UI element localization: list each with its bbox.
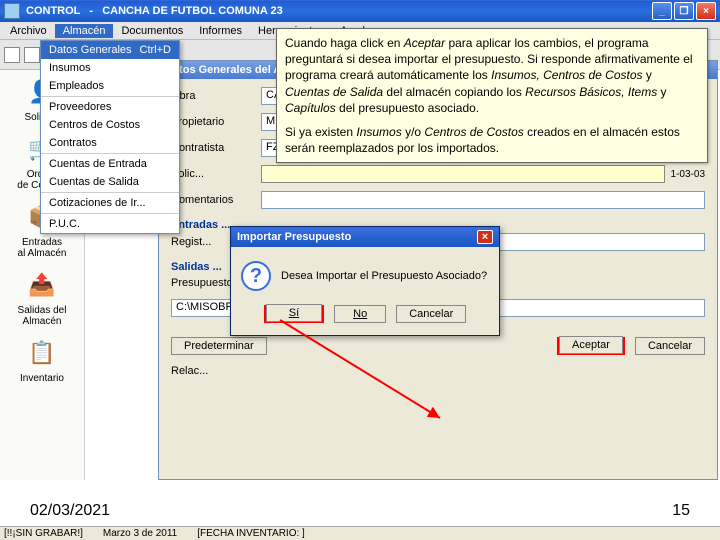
dialog-title-text: Importar Presupuesto <box>237 231 351 243</box>
minimize-button[interactable]: _ <box>652 2 672 20</box>
contratista-label: Contratista <box>171 142 261 154</box>
menu-item-cuentas-salida[interactable]: Cuentas de Salida <box>41 173 179 191</box>
solic-field[interactable] <box>261 165 665 183</box>
close-button[interactable]: × <box>696 2 716 20</box>
menu-item-cotizaciones[interactable]: Cotizaciones de Ir... <box>41 194 179 212</box>
toolbar-icon-1[interactable] <box>4 47 20 63</box>
footer-page: 15 <box>672 502 690 520</box>
window-title: CONTROL - CANCHA DE FUTBOL COMUNA 23 <box>24 5 650 17</box>
menu-item-puc[interactable]: P.U.C. <box>41 215 179 233</box>
footer-date: 02/03/2021 <box>30 502 110 520</box>
predeterminar-button[interactable]: Predeterminar <box>171 337 267 355</box>
question-icon: ? <box>241 261 271 291</box>
status-inventario: [FECHA INVENTARIO: ] <box>197 528 305 539</box>
dialog-titlebar: Importar Presupuesto × <box>231 227 499 247</box>
dialog-message: Desea Importar el Presupuesto Asociado? <box>281 270 487 282</box>
solic-label: Solic... <box>171 168 261 180</box>
comentarios-input[interactable] <box>261 191 705 209</box>
box-out-icon: 📤 <box>24 267 60 303</box>
status-bar: [!!¡SIN GRABAR!] Marzo 3 de 2011 [FECHA … <box>0 526 720 540</box>
help-callout: Cuando haga click en Aceptar para aplica… <box>276 28 708 163</box>
restore-button[interactable]: ❐ <box>674 2 694 20</box>
menu-archivo[interactable]: Archivo <box>2 24 55 38</box>
relac-label: Relac... <box>171 365 705 377</box>
dialog-no-button[interactable]: No <box>334 305 386 323</box>
importar-presupuesto-dialog: Importar Presupuesto × ? Desea Importar … <box>230 226 500 336</box>
dialog-si-button[interactable]: Sí <box>266 304 322 322</box>
menu-item-datos-generales[interactable]: Datos GeneralesCtrl+D <box>41 41 179 59</box>
window-titlebar: CONTROL - CANCHA DE FUTBOL COMUNA 23 _ ❐… <box>0 0 720 22</box>
comentarios-label: Comentarios <box>171 194 261 206</box>
menu-item-centros-costos[interactable]: Centros de Costos <box>41 116 179 134</box>
inventory-icon: 📋 <box>24 335 60 371</box>
dialog-close-icon[interactable]: × <box>477 230 493 244</box>
menu-item-empleados[interactable]: Empleados <box>41 77 179 95</box>
cancelar-button[interactable]: Cancelar <box>635 337 705 355</box>
status-unsaved: [!!¡SIN GRABAR!] <box>4 528 83 539</box>
aceptar-button[interactable]: Aceptar <box>559 336 623 354</box>
app-icon <box>4 3 20 19</box>
menu-documentos[interactable]: Documentos <box>113 24 191 38</box>
menu-item-contratos[interactable]: Contratos <box>41 134 179 152</box>
status-fecha: Marzo 3 de 2011 <box>103 528 177 539</box>
nav-inventario[interactable]: 📋Inventario <box>2 335 82 384</box>
dialog-cancelar-button[interactable]: Cancelar <box>396 305 466 323</box>
toolbar-icon-2[interactable] <box>24 47 40 63</box>
menu-item-insumos[interactable]: Insumos <box>41 59 179 77</box>
menu-item-proveedores[interactable]: Proveedores <box>41 98 179 116</box>
menu-almacen[interactable]: Almacén <box>55 24 114 38</box>
obra-label: Obra <box>171 90 261 102</box>
menu-item-cuentas-entrada[interactable]: Cuentas de Entrada <box>41 155 179 173</box>
almacen-dropdown: Datos GeneralesCtrl+D Insumos Empleados … <box>40 40 180 234</box>
propietario-label: Propietario <box>171 116 261 128</box>
extra-date: 1-03-03 <box>671 169 705 180</box>
nav-salidas[interactable]: 📤Salidas del Almacén <box>2 267 82 327</box>
menu-informes[interactable]: Informes <box>191 24 250 38</box>
